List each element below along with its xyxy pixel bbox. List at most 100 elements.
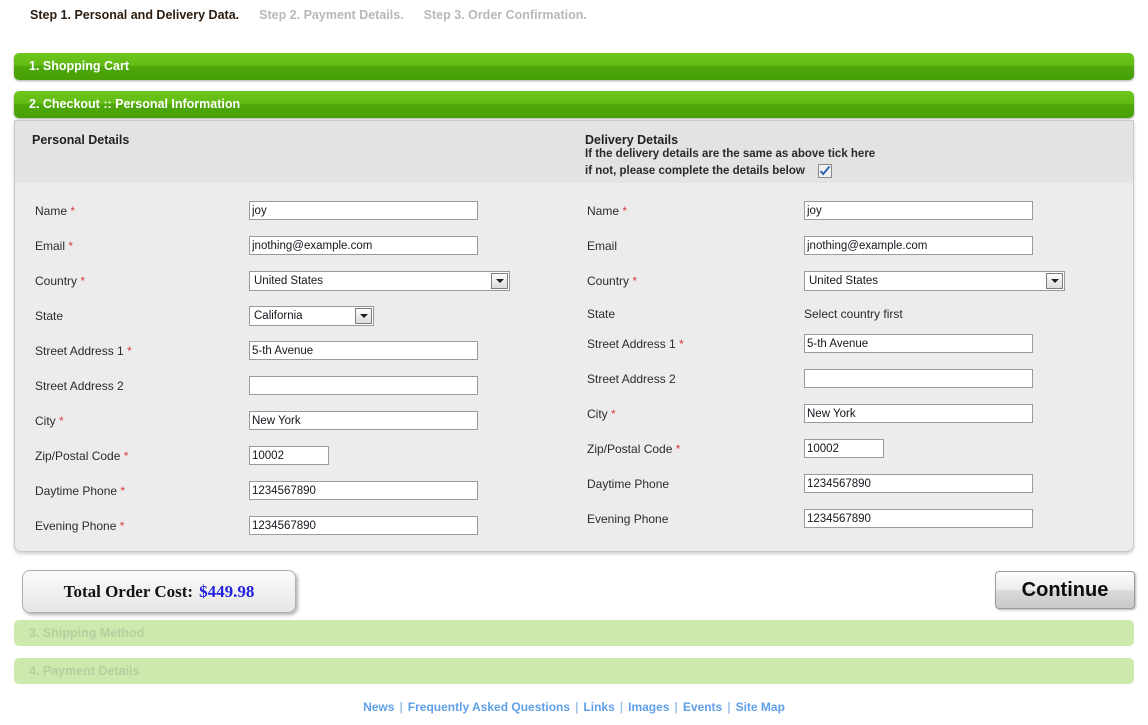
section-bar-shipping-method: 3. Shipping Method bbox=[14, 620, 1134, 646]
checkout-page: Step 1. Personal and Delivery Data. Step … bbox=[0, 0, 1148, 725]
delivery-row: State Select country first bbox=[587, 304, 1104, 326]
required-asterisk: * bbox=[68, 239, 74, 253]
delivery-input[interactable] bbox=[804, 334, 1033, 353]
footer-links: News | Frequently Asked Questions | Links | Im… bbox=[0, 700, 1148, 714]
step-3[interactable]: Step 3. Order Confirmation. bbox=[424, 8, 587, 22]
caret-shape bbox=[495, 279, 504, 283]
footer-link-links[interactable]: Links bbox=[583, 700, 614, 714]
footer-link-separator: | bbox=[399, 700, 403, 714]
step-2[interactable]: Step 2. Payment Details. bbox=[259, 8, 404, 22]
personal-row: Street Address 1 * bbox=[35, 341, 549, 363]
personal-input[interactable] bbox=[249, 446, 329, 465]
delivery-note-line-2: if not, please complete the details belo… bbox=[585, 165, 805, 177]
delivery-row: Daytime Phone bbox=[587, 474, 1104, 496]
personal-input[interactable] bbox=[249, 201, 478, 220]
personal-row: Daytime Phone * bbox=[35, 481, 549, 503]
section-bar-shipping-method-label: 3. Shipping Method bbox=[29, 626, 145, 640]
delivery-row: Street Address 2 bbox=[587, 369, 1104, 391]
delivery-row: Email bbox=[587, 236, 1104, 258]
delivery-label: Name * bbox=[587, 204, 628, 218]
required-asterisk: * bbox=[70, 204, 76, 218]
same-as-above-checkbox[interactable] bbox=[818, 164, 832, 178]
required-asterisk: * bbox=[622, 204, 628, 218]
required-asterisk: * bbox=[120, 484, 126, 498]
footer-link-events[interactable]: Events bbox=[683, 700, 722, 714]
delivery-input[interactable] bbox=[804, 369, 1033, 388]
personal-row: State California bbox=[35, 306, 549, 328]
form-panel-header: Personal Details Delivery Details If the… bbox=[15, 121, 1133, 183]
delivery-label: Daytime Phone bbox=[587, 477, 670, 491]
step-1: Step 1. Personal and Delivery Data. bbox=[30, 8, 240, 22]
required-asterisk: * bbox=[119, 519, 125, 533]
personal-input[interactable] bbox=[249, 236, 478, 255]
delivery-input[interactable] bbox=[804, 509, 1033, 528]
delivery-row: Country * United States bbox=[587, 271, 1104, 293]
personal-input[interactable] bbox=[249, 341, 478, 360]
caret-shape bbox=[359, 314, 368, 318]
personal-row: Zip/Postal Code * bbox=[35, 446, 549, 468]
total-order-cost-amount: $449.98 bbox=[199, 581, 255, 601]
delivery-static-value: Select country first bbox=[804, 307, 903, 321]
personal-input[interactable] bbox=[249, 516, 478, 535]
personal-row: Evening Phone * bbox=[35, 516, 549, 538]
step-navigation: Step 1. Personal and Delivery Data. Step … bbox=[30, 8, 587, 22]
chevron-down-icon[interactable] bbox=[1046, 273, 1063, 289]
personal-select[interactable]: United States bbox=[249, 271, 510, 291]
delivery-row: Street Address 1 * bbox=[587, 334, 1104, 356]
delivery-input[interactable] bbox=[804, 236, 1033, 255]
personal-row: Name * bbox=[35, 201, 549, 223]
footer-link-images[interactable]: Images bbox=[628, 700, 669, 714]
personal-row: Country * United States bbox=[35, 271, 549, 293]
personal-row: Street Address 2 bbox=[35, 376, 549, 398]
section-bar-payment-details-label: 4. Payment Details bbox=[29, 664, 140, 678]
delivery-select-value: United States bbox=[809, 275, 879, 287]
delivery-select[interactable]: United States bbox=[804, 271, 1065, 291]
personal-input[interactable] bbox=[249, 411, 478, 430]
footer-link-separator: | bbox=[575, 700, 579, 714]
personal-label: State bbox=[35, 309, 64, 323]
personal-input[interactable] bbox=[249, 481, 478, 500]
section-bar-checkout-label: 2. Checkout :: Personal Information bbox=[29, 97, 241, 111]
personal-select-value: United States bbox=[254, 275, 324, 287]
delivery-label: Email bbox=[587, 239, 618, 253]
required-asterisk: * bbox=[59, 414, 64, 428]
delivery-row: Name * bbox=[587, 201, 1104, 223]
personal-label: Daytime Phone * bbox=[35, 484, 126, 498]
delivery-note-line-1: If the delivery details are the same as … bbox=[585, 148, 876, 160]
delivery-label: Street Address 2 bbox=[587, 372, 676, 386]
footer-link-frequently-asked-questions[interactable]: Frequently Asked Questions bbox=[408, 700, 570, 714]
delivery-label: Evening Phone bbox=[587, 512, 669, 526]
footer-link-separator: | bbox=[727, 700, 731, 714]
delivery-row: Evening Phone bbox=[587, 509, 1104, 531]
required-asterisk: * bbox=[675, 442, 681, 456]
personal-label: Country * bbox=[35, 274, 86, 288]
delivery-label: State bbox=[587, 307, 616, 321]
delivery-label: Country * bbox=[587, 274, 638, 288]
checkmark-icon bbox=[819, 165, 831, 176]
total-order-cost-label: Total Order Cost: bbox=[63, 581, 194, 601]
section-bar-shopping-cart-label: 1. Shopping Cart bbox=[29, 59, 129, 73]
personal-select[interactable]: California bbox=[249, 306, 374, 326]
delivery-label: Zip/Postal Code * bbox=[587, 442, 681, 456]
chevron-down-icon[interactable] bbox=[355, 308, 372, 324]
required-asterisk: * bbox=[632, 274, 638, 288]
personal-input[interactable] bbox=[249, 376, 478, 395]
required-asterisk: * bbox=[127, 344, 132, 358]
delivery-input[interactable] bbox=[804, 201, 1033, 220]
personal-label: Email * bbox=[35, 239, 74, 253]
delivery-input[interactable] bbox=[804, 439, 884, 458]
footer-link-news[interactable]: News bbox=[363, 700, 394, 714]
delivery-label: Street Address 1 * bbox=[587, 337, 684, 351]
personal-label: Street Address 2 bbox=[35, 379, 124, 393]
chevron-down-icon[interactable] bbox=[491, 273, 508, 289]
personal-label: Name * bbox=[35, 204, 76, 218]
personal-details-heading: Personal Details bbox=[32, 133, 130, 147]
continue-button[interactable]: Continue bbox=[995, 571, 1135, 609]
continue-button-label: Continue bbox=[1021, 578, 1109, 601]
section-bar-checkout[interactable]: 2. Checkout :: Personal Information bbox=[14, 91, 1134, 118]
personal-label: Street Address 1 * bbox=[35, 344, 132, 358]
delivery-input[interactable] bbox=[804, 474, 1033, 493]
delivery-input[interactable] bbox=[804, 404, 1033, 423]
section-bar-shopping-cart[interactable]: 1. Shopping Cart bbox=[14, 53, 1134, 80]
footer-link-site-map[interactable]: Site Map bbox=[736, 700, 785, 714]
